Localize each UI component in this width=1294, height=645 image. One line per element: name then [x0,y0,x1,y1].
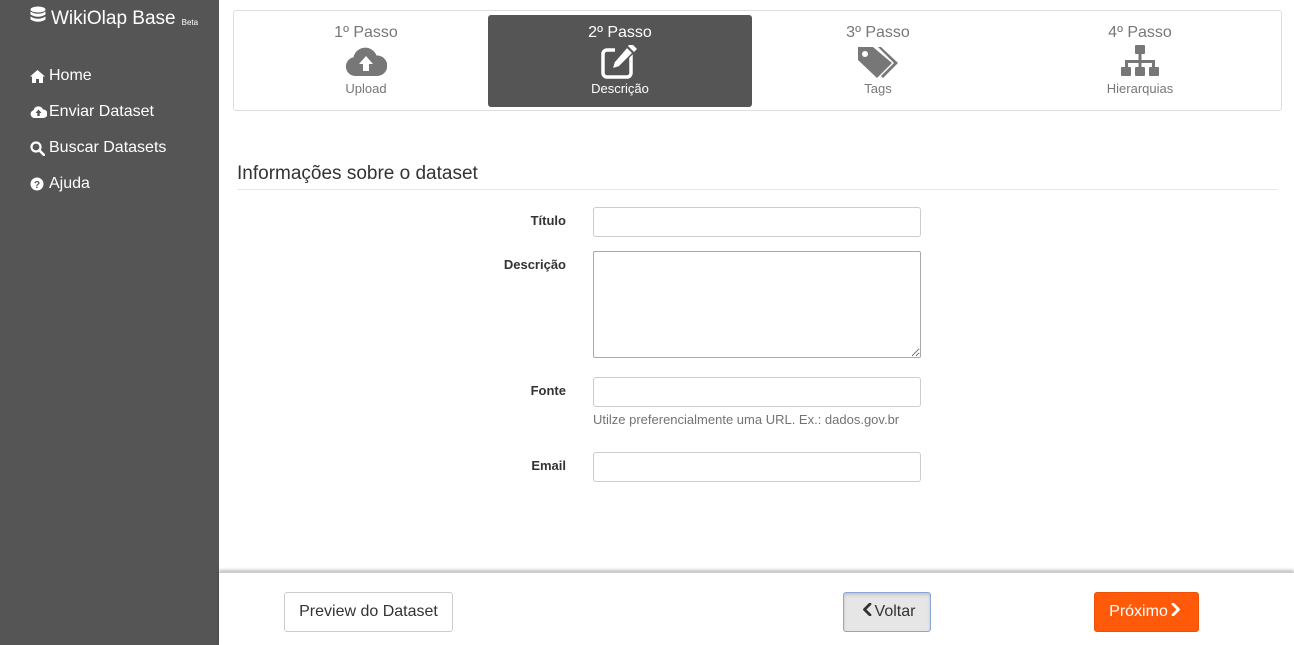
step-hierarquias[interactable]: 4º Passo Hierarquias [1008,15,1272,107]
cloud-upload-icon [234,44,498,80]
sidebar-item-ajuda[interactable]: ? Ajuda [30,166,166,202]
cloud-upload-icon [30,105,49,119]
preview-dataset-label: Preview do Dataset [299,603,438,620]
sidebar-item-enviar-dataset[interactable]: Enviar Dataset [30,94,166,130]
footer-bar: Preview do Dataset Voltar Próximo [219,572,1294,645]
svg-text:?: ? [34,180,40,191]
next-button[interactable]: Próximo [1094,592,1199,632]
question-circle-icon: ? [30,177,49,191]
step-number: 4º Passo [1108,24,1172,41]
fonte-label: Fonte [530,383,566,398]
home-icon [30,69,49,83]
section-title: Informações sobre o dataset [237,163,1277,190]
wizard-steps: 1º Passo Upload 2º Passo Descrição 3º Pa… [233,10,1282,111]
step-number: 3º Passo [846,24,910,41]
brand[interactable]: WikiOlap Base Beta [30,6,198,31]
preview-dataset-button[interactable]: Preview do Dataset [284,592,453,632]
descricao-textarea[interactable] [593,251,921,358]
step-label: Upload [345,81,387,96]
next-label: Próximo [1109,603,1168,620]
step-upload[interactable]: 1º Passo Upload [234,15,498,107]
chevron-left-icon [859,602,875,621]
step-descricao[interactable]: 2º Passo Descrição [488,15,752,107]
sidebar-item-buscar-datasets[interactable]: Buscar Datasets [30,130,166,166]
sidebar-item-label: Enviar Dataset [49,103,154,120]
step-tags[interactable]: 3º Passo Tags [746,15,1010,107]
sidebar-item-home[interactable]: Home [30,58,166,94]
step-label: Tags [864,81,892,96]
sidebar-item-label: Buscar Datasets [49,139,167,156]
edit-icon [488,44,752,80]
fonte-help-text: Utilze preferencialmente uma URL. Ex.: d… [593,412,900,427]
back-button[interactable]: Voltar [843,592,931,632]
brand-name: WikiOlap Base [51,7,176,29]
brand-badge: Beta [181,18,199,27]
database-icon [30,6,51,31]
back-label: Voltar [874,603,916,620]
descricao-label: Descrição [503,257,566,272]
titulo-input[interactable] [593,207,921,237]
email-label: Email [531,458,566,473]
step-label: Hierarquias [1106,81,1174,96]
step-number: 2º Passo [588,24,652,41]
tags-icon [746,44,1010,80]
chevron-right-icon [1168,602,1184,621]
sidebar: WikiOlap Base Beta Home Enviar Dataset B… [0,0,219,645]
sitemap-icon [1008,44,1272,80]
step-label: Descrição [591,81,649,96]
search-icon [30,140,49,156]
sidebar-nav: Home Enviar Dataset Buscar Datasets ? Aj… [30,58,166,202]
step-number: 1º Passo [334,24,398,41]
titulo-label: Título [530,213,566,228]
sidebar-item-label: Home [49,67,92,84]
email-input[interactable] [593,452,921,482]
sidebar-item-label: Ajuda [49,175,90,192]
fonte-input[interactable] [593,377,921,407]
